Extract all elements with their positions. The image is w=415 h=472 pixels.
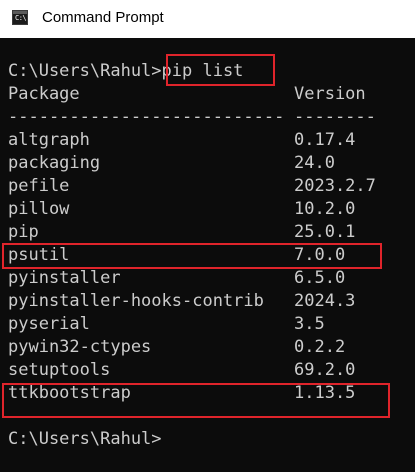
header-package: Package xyxy=(8,84,80,104)
package-version: 2024.3 xyxy=(294,291,356,311)
package-version: 6.5.0 xyxy=(294,268,346,288)
package-version: 10.2.0 xyxy=(294,199,356,219)
header-version-rule: -------- xyxy=(294,107,376,127)
final-prompt: C:\Users\Rahul> xyxy=(8,429,162,449)
console-output[interactable]: C:\Users\Rahul>pip list Package Version … xyxy=(0,38,415,472)
package-version: 2023.2.7 xyxy=(294,176,376,196)
package-version: 7.0.0 xyxy=(294,245,346,265)
command-line: C:\Users\Rahul>pip list xyxy=(8,60,243,83)
package-name: pyinstaller xyxy=(8,268,121,288)
header-package-rule: --------------------------- xyxy=(8,107,285,127)
command-prompt-path: C:\Users\Rahul> xyxy=(8,61,162,81)
package-name: pip xyxy=(8,222,39,242)
package-version: 0.17.4 xyxy=(294,130,356,150)
package-name: pillow xyxy=(8,199,70,219)
package-name: pefile xyxy=(8,176,70,196)
header-version: Version xyxy=(294,84,366,104)
package-name: pywin32-ctypes xyxy=(8,337,152,357)
package-version: 25.0.1 xyxy=(294,222,356,242)
package-version: 1.13.5 xyxy=(294,383,356,403)
package-name: psutil xyxy=(8,245,70,265)
command-prompt-window: C:\ Command Prompt C:\Users\Rahul>pip li… xyxy=(0,0,415,472)
package-version: 0.2.2 xyxy=(294,337,346,357)
package-version: 24.0 xyxy=(294,153,335,173)
package-name: pyinstaller-hooks-contrib xyxy=(8,291,264,311)
package-name: ttkbootstrap xyxy=(8,383,131,403)
window-title: Command Prompt xyxy=(42,9,164,26)
cmd-app-icon-glyph: C:\ xyxy=(15,14,27,22)
package-name: pyserial xyxy=(8,314,90,334)
title-bar[interactable]: C:\ Command Prompt xyxy=(0,0,415,38)
cmd-app-icon: C:\ xyxy=(12,10,28,25)
package-version: 69.2.0 xyxy=(294,360,356,380)
package-name: packaging xyxy=(8,153,101,173)
command-text: pip list xyxy=(161,61,244,81)
package-name: altgraph xyxy=(8,130,90,150)
package-name: setuptools xyxy=(8,360,111,380)
package-version: 3.5 xyxy=(294,314,325,334)
